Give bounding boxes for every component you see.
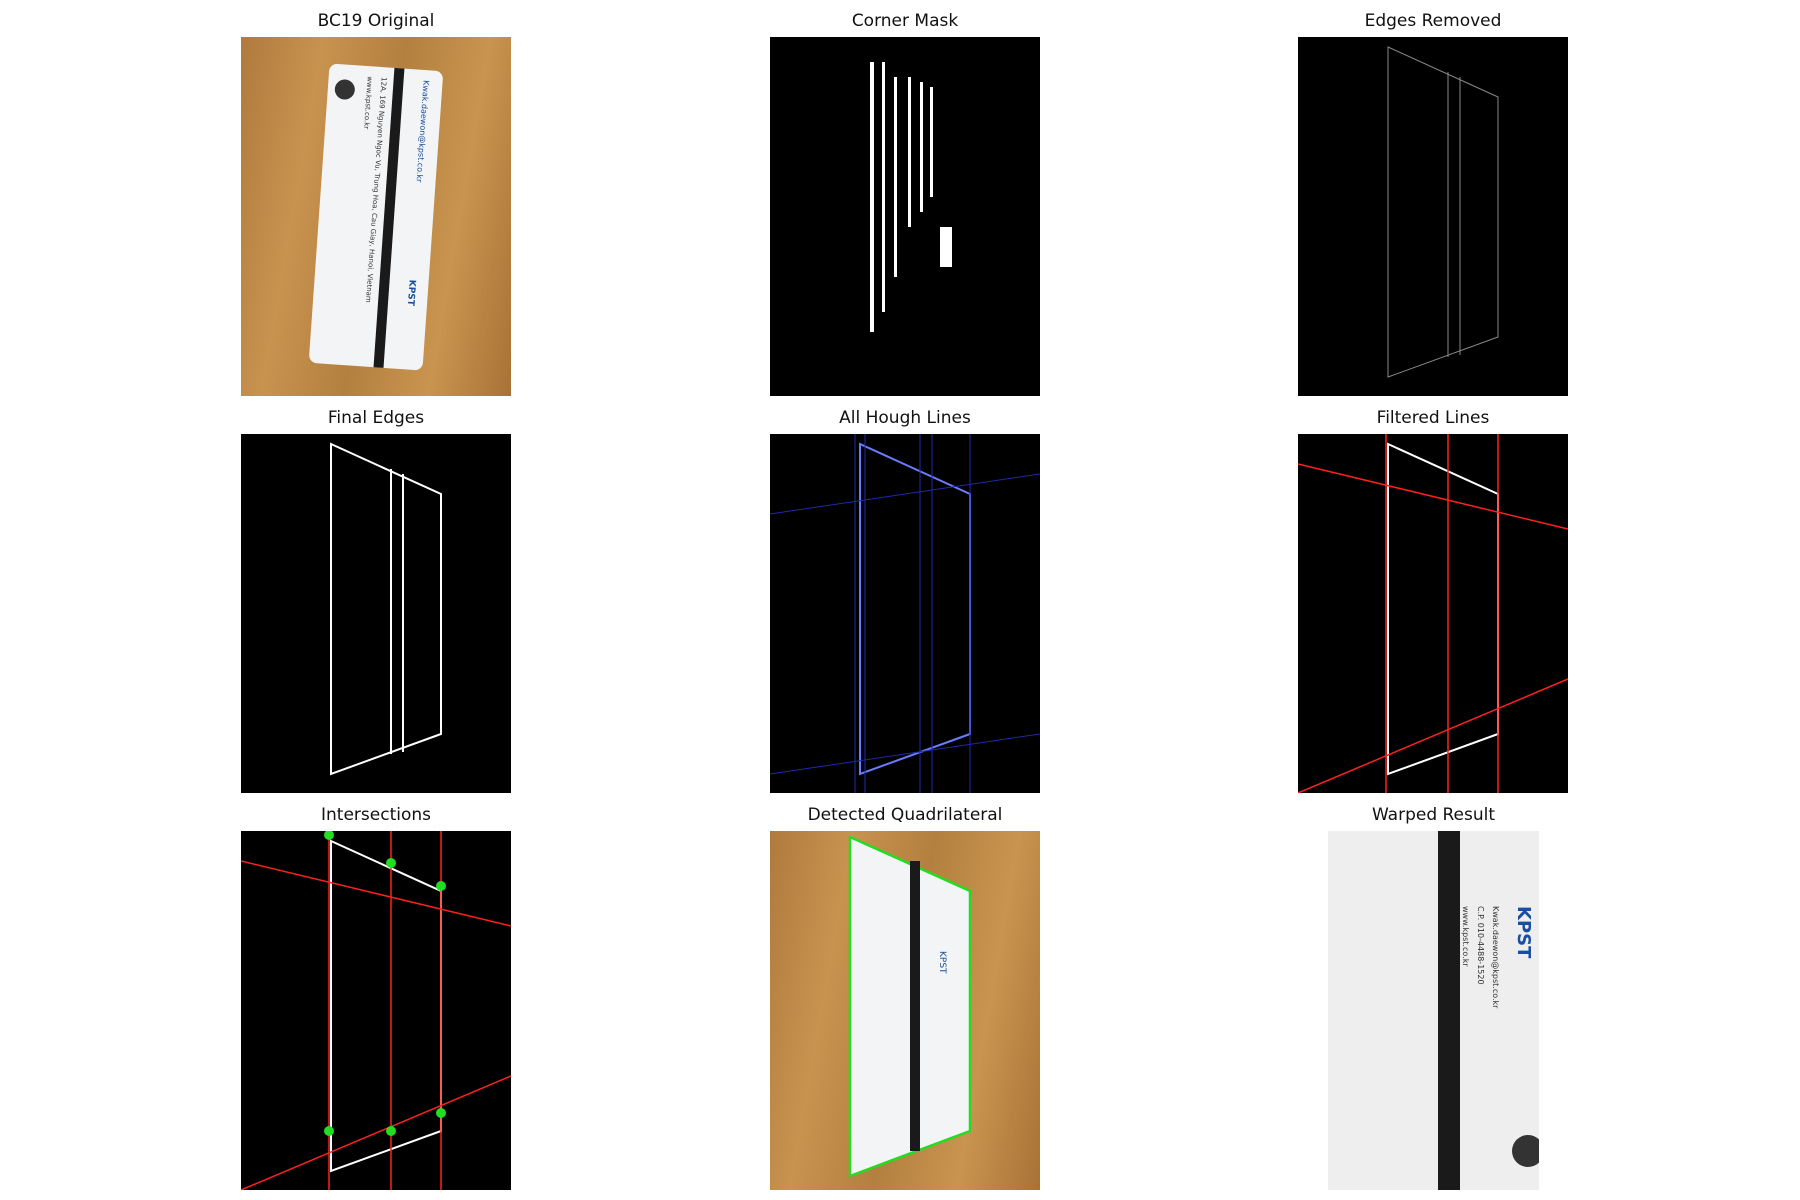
card-outline bbox=[859, 442, 971, 776]
filtered-lines-image bbox=[1298, 434, 1568, 793]
card-logo: KPST bbox=[405, 279, 417, 307]
panel-title: Final Edges bbox=[327, 408, 425, 428]
detected-quadrilateral-image: KPST bbox=[770, 831, 1040, 1190]
mask-blob bbox=[940, 227, 952, 267]
intersection-point bbox=[386, 1126, 396, 1136]
card-stripe bbox=[1438, 831, 1460, 1190]
panel-warped-result: Warped Result KPST Kwak.daewon@kpst.co.k… bbox=[1328, 805, 1539, 1190]
final-edges-image bbox=[241, 434, 511, 793]
card-logo: KPST bbox=[937, 951, 947, 974]
panel-all-hough-lines: All Hough Lines bbox=[770, 408, 1040, 793]
mask-dots bbox=[870, 62, 952, 332]
mask-column bbox=[882, 62, 885, 312]
edges-removed-image bbox=[1298, 37, 1568, 396]
mask-column bbox=[894, 77, 897, 277]
mask-column bbox=[920, 82, 923, 212]
card-logo: KPST bbox=[1513, 906, 1534, 959]
card-outline bbox=[330, 839, 442, 1173]
panel-title: Edges Removed bbox=[1364, 11, 1502, 31]
panel-final-edges: Final Edges bbox=[241, 408, 511, 793]
mask-column bbox=[870, 62, 874, 332]
panel-filtered-lines: Filtered Lines bbox=[1298, 408, 1568, 793]
card-stripe bbox=[910, 861, 920, 1151]
panel-intersections: Intersections bbox=[241, 805, 511, 1190]
panel-edges-removed: Edges Removed bbox=[1298, 11, 1568, 396]
filtered-line-set bbox=[241, 831, 511, 1190]
mask-column bbox=[908, 77, 911, 227]
card-homepage: www.kpst.co.kr bbox=[1461, 906, 1470, 967]
original-photo: Kwak.daewon@kpst.co.kr 12A, 169 Nguyen N… bbox=[241, 37, 511, 396]
mask-column bbox=[930, 87, 933, 197]
business-card: Kwak.daewon@kpst.co.kr 12A, 169 Nguyen N… bbox=[309, 63, 443, 371]
panel-title: Detected Quadrilateral bbox=[807, 805, 1003, 825]
intersections-image bbox=[241, 831, 511, 1190]
intersection-points bbox=[324, 831, 446, 1136]
panel-title: BC19 Original bbox=[317, 11, 435, 31]
card-outline bbox=[1387, 46, 1499, 378]
panel-title: Warped Result bbox=[1371, 805, 1496, 825]
intersection-point bbox=[386, 858, 396, 868]
card-outline bbox=[1387, 442, 1499, 776]
panel-bc19-original: BC19 Original Kwak.daewon@kpst.co.kr 12A… bbox=[241, 11, 511, 396]
intersection-point bbox=[324, 831, 334, 840]
card-outline bbox=[330, 442, 442, 776]
warped-result-image: KPST Kwak.daewon@kpst.co.kr C.P. 010-448… bbox=[1328, 831, 1539, 1190]
card-phone: C.P. 010-4488-1520 bbox=[1476, 906, 1485, 985]
panel-title: Filtered Lines bbox=[1376, 408, 1490, 428]
corner-mask-image bbox=[770, 37, 1040, 396]
intersection-point bbox=[436, 881, 446, 891]
card-email: Kwak.daewon@kpst.co.kr bbox=[1491, 906, 1500, 1009]
filtered-line-set bbox=[1298, 434, 1568, 793]
panel-detected-quadrilateral: Detected Quadrilateral KPST bbox=[770, 805, 1040, 1190]
intersection-point bbox=[324, 1126, 334, 1136]
panel-title: Corner Mask bbox=[851, 11, 959, 31]
hough-line-set bbox=[770, 434, 1040, 793]
panel-title: Intersections bbox=[321, 805, 431, 825]
panel-corner-mask: Corner Mask bbox=[770, 11, 1040, 396]
intersection-point bbox=[436, 1108, 446, 1118]
hough-lines-image bbox=[770, 434, 1040, 793]
panel-title: All Hough Lines bbox=[839, 408, 971, 428]
